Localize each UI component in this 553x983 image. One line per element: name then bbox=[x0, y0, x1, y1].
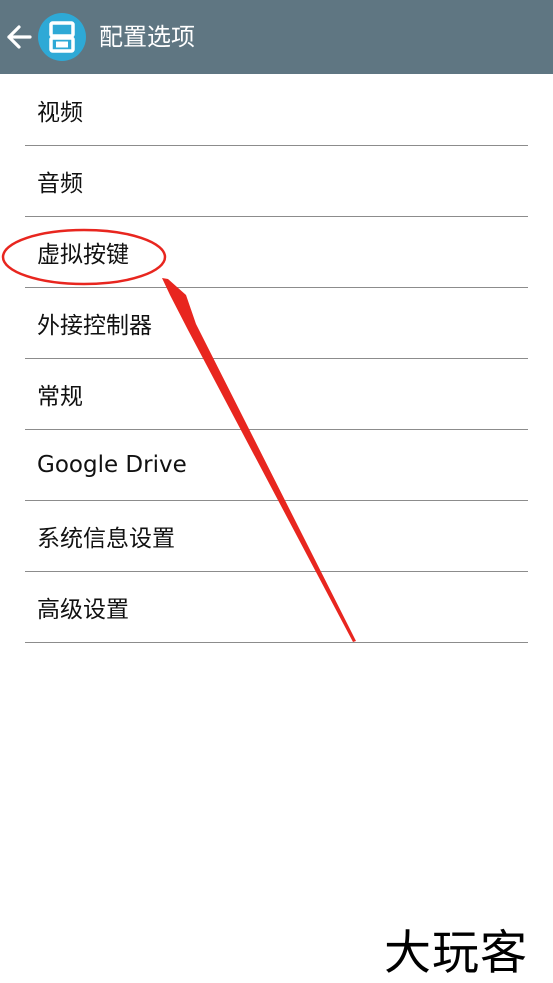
settings-item-advanced[interactable]: 高级设置 bbox=[25, 572, 528, 643]
settings-item-general[interactable]: 常规 bbox=[25, 359, 528, 430]
back-button[interactable] bbox=[2, 17, 36, 57]
settings-item-audio[interactable]: 音频 bbox=[25, 146, 528, 217]
settings-list: 视频 音频 虚拟按键 外接控制器 常规 Google Drive 系统信息设置 … bbox=[25, 75, 528, 643]
page-title: 配置选项 bbox=[99, 23, 195, 51]
watermark-logo: 大玩客 bbox=[384, 925, 528, 981]
settings-item-google-drive[interactable]: Google Drive bbox=[25, 430, 528, 501]
app-logo bbox=[38, 13, 86, 61]
settings-item-virtual-keys[interactable]: 虚拟按键 bbox=[25, 217, 528, 288]
dual-screen-icon bbox=[49, 21, 75, 53]
settings-item-system-info[interactable]: 系统信息设置 bbox=[25, 501, 528, 572]
arrow-left-icon bbox=[7, 25, 32, 49]
settings-item-video[interactable]: 视频 bbox=[25, 75, 528, 146]
settings-item-external-controller[interactable]: 外接控制器 bbox=[25, 288, 528, 359]
app-bar: 配置选项 bbox=[0, 0, 553, 74]
